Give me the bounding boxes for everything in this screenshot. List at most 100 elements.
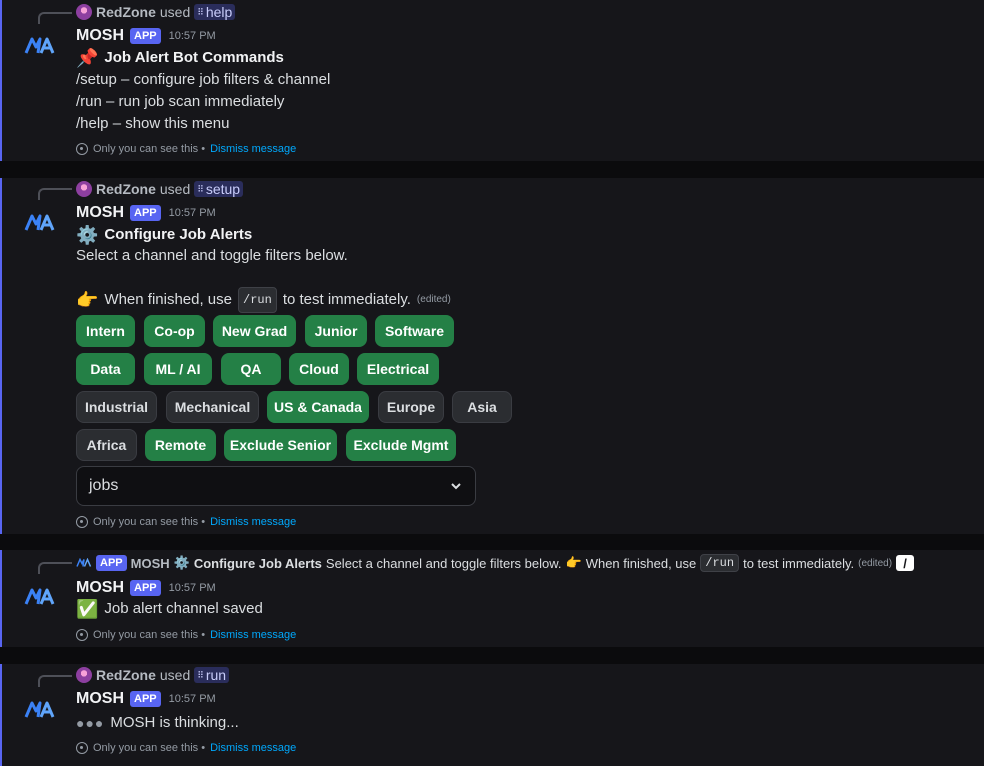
mosh-logo-icon [24,37,55,54]
message-header: MOSH APP 10:57 PM [76,689,216,709]
title-line: ⚙️ Configure Job Alerts [76,224,252,246]
dismiss-message-link[interactable]: Dismiss message [210,516,296,528]
reply-username[interactable]: RedZone [96,181,156,197]
thinking-line: ●●● MOSH is thinking... [76,712,239,734]
reply-verb: used [159,181,191,197]
command-chip[interactable]: ⠿ run [194,667,230,683]
bot-avatar[interactable] [24,586,56,608]
reply-text-b: When finished, use [585,555,697,571]
inline-code-run: /run [700,554,740,572]
toggle-intern-button[interactable]: Intern [76,315,135,347]
bot-name[interactable]: MOSH [76,27,124,45]
command-label: run [205,667,227,683]
command-chip[interactable]: ⠿ setup [194,181,244,197]
timestamp[interactable]: 10:57 PM [169,582,216,594]
reply-username[interactable]: RedZone [96,4,156,20]
mosh-logo-icon [76,558,92,568]
command-label: setup [205,181,241,197]
toggle-africa-button[interactable]: Africa [76,429,137,461]
toggle-electrical-button[interactable]: Electrical [357,353,439,385]
gear-icon: ⚙️ [76,225,99,245]
toggle-remote-button[interactable]: Remote [145,429,216,461]
saved-text: Job alert channel saved [104,600,263,617]
toggle-cloud-button[interactable]: Cloud [289,353,349,385]
dismiss-message-link[interactable]: Dismiss message [210,629,296,641]
timestamp[interactable]: 10:57 PM [169,207,216,219]
toggle-europe-button[interactable]: Europe [378,391,444,423]
mosh-logo-icon [24,588,55,605]
user-avatar[interactable] [76,181,92,197]
bot-avatar[interactable] [24,212,56,234]
toggle-coop-button[interactable]: Co-op [144,315,205,347]
bot-avatar[interactable] [24,699,56,721]
ephemeral-footer: Only you can see this • Dismiss message [76,627,296,643]
reply-connector [38,562,72,574]
mosh-logo-icon [24,214,55,231]
edited-label: (edited) [858,557,893,569]
dismiss-message-link[interactable]: Dismiss message [210,143,296,155]
pointing-hand-icon: 👉 [565,555,582,570]
user-avatar[interactable] [76,4,92,20]
ephemeral-text: Only you can see this • [93,629,206,641]
toggle-asia-button[interactable]: Asia [452,391,512,423]
reply-bot-name[interactable]: MOSH [131,556,170,571]
bot-name[interactable]: MOSH [76,690,124,708]
reply-username[interactable]: RedZone [96,667,156,683]
ephemeral-text: Only you can see this • [93,742,206,754]
title-line: 📌 Job Alert Bot Commands [76,47,284,69]
toggle-data-button[interactable]: Data [76,353,135,385]
pencil-icon[interactable]: / [896,555,915,571]
toggle-qa-button[interactable]: QA [221,353,281,385]
ephemeral-text: Only you can see this • [93,143,206,155]
app-tag: APP [130,580,161,596]
message-help: RedZone used ⠿ help MOSH APP 10:57 PM 📌 J… [0,0,984,161]
app-tag: APP [130,205,161,221]
dismiss-message-link[interactable]: Dismiss message [210,742,296,754]
gear-icon: ⚙️ [173,555,190,570]
saved-line: ✅ Job alert channel saved [76,598,263,620]
bot-name[interactable]: MOSH [76,204,124,222]
toggle-junior-button[interactable]: Junior [305,315,367,347]
toggle-industrial-button[interactable]: Industrial [76,391,157,423]
message-setup: RedZone used ⠿ setup MOSH APP 10:57 PM ⚙️… [0,178,984,534]
toggle-mechanical-button[interactable]: Mechanical [166,391,259,423]
eye-icon [76,742,88,754]
toggle-exclude-mgmt-button[interactable]: Exclude Mgmt [346,429,456,461]
check-icon: ✅ [76,599,99,619]
message-channel-saved: APP MOSH ⚙️ Configure Job Alerts Select … [0,550,984,647]
toggle-software-button[interactable]: Software [375,315,454,347]
channel-select-value: jobs [89,477,119,494]
finish-text-a: When finished, use [104,291,232,308]
toggle-new-grad-button[interactable]: New Grad [213,315,296,347]
message-run: RedZone used ⠿ run MOSH APP 10:57 PM ●●● … [0,664,984,766]
slash-command-icon: ⠿ [197,669,204,680]
reply-context: RedZone used ⠿ run [76,666,230,684]
reply-verb: used [159,4,191,20]
command-chip[interactable]: ⠿ help [194,4,236,20]
ephemeral-text: Only you can see this • [93,516,206,528]
timestamp[interactable]: 10:57 PM [169,30,216,42]
message-title: Job Alert Bot Commands [104,49,284,66]
ephemeral-footer: Only you can see this • Dismiss message [76,141,296,157]
bot-name[interactable]: MOSH [76,579,124,597]
user-avatar[interactable] [76,667,92,683]
toggle-us-canada-button[interactable]: US & Canada [267,391,369,423]
channel-select[interactable]: jobs [76,466,476,506]
reply-connector [38,12,72,24]
timestamp[interactable]: 10:57 PM [169,693,216,705]
reply-text-c: to test immediately. [743,555,855,571]
eye-icon [76,629,88,641]
edited-label: (edited) [416,294,451,305]
toggle-exclude-senior-button[interactable]: Exclude Senior [224,429,337,461]
message-header: MOSH APP 10:57 PM [76,578,216,598]
inline-code-run: /run [238,287,277,313]
thinking-text: MOSH is thinking... [110,714,239,731]
bot-avatar[interactable] [24,35,56,57]
reply-context: RedZone used ⠿ help [76,3,236,21]
instruction-line: Select a channel and toggle filters belo… [76,247,348,264]
toggle-ml-ai-button[interactable]: ML / AI [144,353,212,385]
finish-text-b: to test immediately. [282,291,411,308]
pointing-hand-icon: 👉 [76,290,99,310]
reply-verb: used [159,667,191,683]
app-tag: APP [130,28,161,44]
